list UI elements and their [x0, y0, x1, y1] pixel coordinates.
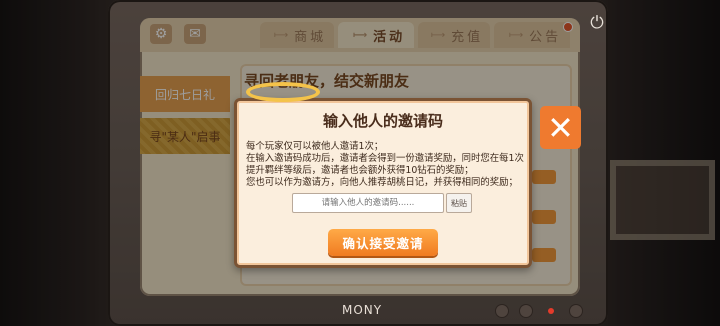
monitor-brand: MONY: [342, 303, 383, 317]
close-icon[interactable]: ✕: [540, 106, 581, 149]
invite-code-input[interactable]: [292, 193, 444, 213]
monitor-button: [496, 305, 508, 317]
halo-icon: [246, 82, 320, 102]
dialog-title: 输入他人的邀请码: [322, 112, 443, 130]
paste-button[interactable]: 粘贴: [446, 193, 472, 213]
rule-line: 您也可以作为邀请方，向他人推荐胡桃日记，并获得相同的奖励；: [246, 177, 518, 188]
confirm-accept-invite-button[interactable]: 确认接受邀请: [328, 229, 438, 256]
monitor-button: [570, 305, 582, 317]
monitor-button: [520, 305, 532, 317]
power-icon[interactable]: ⏻: [586, 12, 608, 34]
power-led: [548, 308, 554, 314]
